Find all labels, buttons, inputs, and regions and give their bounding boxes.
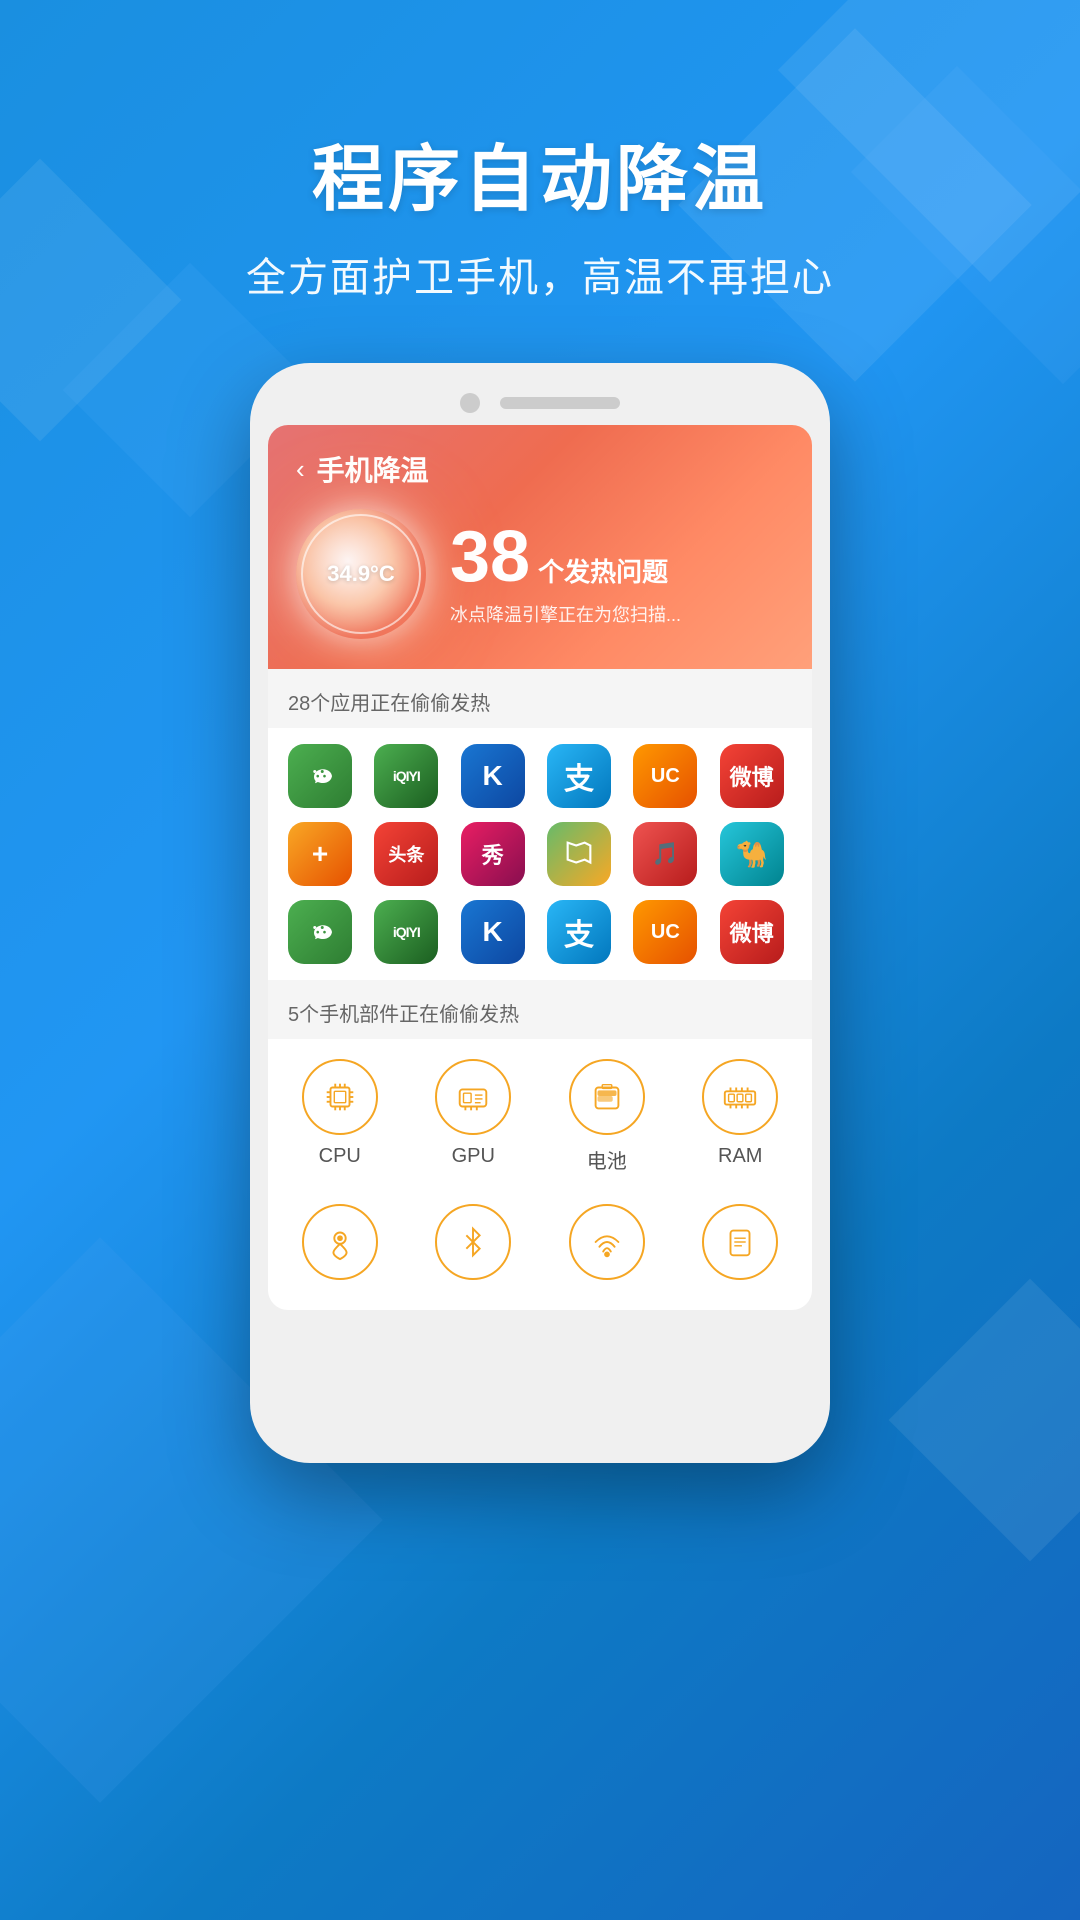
app-icon-uc2[interactable]: UC bbox=[633, 900, 697, 964]
issue-label: 个发热问题 bbox=[538, 552, 668, 589]
cpu-label: CPU bbox=[319, 1145, 361, 1168]
apps-grid: iQIYI K 支 UC 微博 + 头条 秀 🎵 🐪 iQIYI K bbox=[268, 728, 812, 980]
wifi-icon bbox=[588, 1223, 626, 1261]
app-icon-kuaiying2[interactable]: K bbox=[461, 900, 525, 964]
app-icon-health[interactable]: + bbox=[288, 822, 352, 886]
component-wifi[interactable] bbox=[545, 1204, 669, 1290]
app-icon-camel[interactable]: 🐪 bbox=[720, 822, 784, 886]
ram-label: RAM bbox=[718, 1145, 762, 1168]
app-icon-maps[interactable] bbox=[547, 822, 611, 886]
phone-screen: ‹ 手机降温 34.9°C 38 个发热问题 冰点降温引擎正在为您扫描 bbox=[268, 425, 812, 1310]
app-icon-alipay2[interactable]: 支 bbox=[547, 900, 611, 964]
main-title: 程序自动降温 bbox=[0, 120, 1080, 225]
back-button[interactable]: ‹ bbox=[296, 454, 305, 485]
component-sim[interactable] bbox=[679, 1204, 803, 1290]
scan-text: 冰点降温引擎正在为您扫描... bbox=[450, 601, 784, 627]
components-grid-2 bbox=[268, 1194, 812, 1310]
components-grid: CPU bbox=[268, 1039, 812, 1194]
gpu-icon-circle bbox=[435, 1059, 511, 1135]
battery-label: 电池 bbox=[587, 1145, 627, 1174]
battery-icon-circle bbox=[569, 1059, 645, 1135]
app-nav: ‹ 手机降温 bbox=[296, 449, 784, 489]
bluetooth-icon bbox=[454, 1223, 492, 1261]
app-icon-toutiao[interactable]: 头条 bbox=[374, 822, 438, 886]
app-content: 34.9°C 38 个发热问题 冰点降温引擎正在为您扫描... bbox=[296, 509, 784, 639]
app-icon-weibo[interactable]: 微博 bbox=[720, 744, 784, 808]
app-icon-weibo2[interactable]: 微博 bbox=[720, 900, 784, 964]
component-gpu[interactable]: GPU bbox=[412, 1059, 536, 1174]
issue-count-row: 38 个发热问题 bbox=[450, 521, 784, 593]
component-ram[interactable]: RAM bbox=[679, 1059, 803, 1174]
location-icon-circle bbox=[302, 1204, 378, 1280]
component-bluetooth[interactable] bbox=[412, 1204, 536, 1290]
app-icon-wechat2[interactable] bbox=[288, 900, 352, 964]
app-icon-meipai[interactable]: 秀 bbox=[461, 822, 525, 886]
component-cpu[interactable]: CPU bbox=[278, 1059, 402, 1174]
phone-container: ‹ 手机降温 34.9°C 38 个发热问题 冰点降温引擎正在为您扫描 bbox=[0, 363, 1080, 1463]
sim-icon-circle bbox=[702, 1204, 778, 1280]
app-icon-netease[interactable]: 🎵 bbox=[633, 822, 697, 886]
temperature-value: 34.9°C bbox=[327, 561, 395, 587]
gpu-label: GPU bbox=[452, 1145, 495, 1168]
cpu-icon-circle bbox=[302, 1059, 378, 1135]
app-icon-wechat[interactable] bbox=[288, 744, 352, 808]
cpu-icon bbox=[321, 1078, 359, 1116]
ram-icon-circle bbox=[702, 1059, 778, 1135]
phone-mockup: ‹ 手机降温 34.9°C 38 个发热问题 冰点降温引擎正在为您扫描 bbox=[250, 363, 830, 1463]
components-section-label: 5个手机部件正在偷偷发热 bbox=[268, 982, 812, 1039]
app-title: 手机降温 bbox=[317, 449, 429, 489]
app-info: 38 个发热问题 冰点降温引擎正在为您扫描... bbox=[450, 521, 784, 627]
app-icon-alipay[interactable]: 支 bbox=[547, 744, 611, 808]
app-header: ‹ 手机降温 34.9°C 38 个发热问题 冰点降温引擎正在为您扫描 bbox=[268, 425, 812, 669]
phone-camera bbox=[460, 393, 480, 413]
header-section: 程序自动降温 全方面护卫手机，高温不再担心 bbox=[0, 0, 1080, 303]
apps-section-label: 28个应用正在偷偷发热 bbox=[268, 669, 812, 728]
ram-icon bbox=[721, 1078, 759, 1116]
app-icon-uc[interactable]: UC bbox=[633, 744, 697, 808]
gpu-icon bbox=[454, 1078, 492, 1116]
component-battery[interactable]: 电池 bbox=[545, 1059, 669, 1174]
wifi-icon-circle bbox=[569, 1204, 645, 1280]
phone-top-bar bbox=[268, 393, 812, 413]
app-icon-iqiyi[interactable]: iQIYI bbox=[374, 744, 438, 808]
component-location[interactable] bbox=[278, 1204, 402, 1290]
app-icon-iqiyi2[interactable]: iQIYI bbox=[374, 900, 438, 964]
sim-icon bbox=[721, 1223, 759, 1261]
battery-icon bbox=[588, 1078, 626, 1116]
location-icon bbox=[321, 1223, 359, 1261]
bluetooth-icon-circle bbox=[435, 1204, 511, 1280]
temperature-circle: 34.9°C bbox=[296, 509, 426, 639]
issue-count: 38 bbox=[450, 521, 530, 593]
app-icon-kuaiying[interactable]: K bbox=[461, 744, 525, 808]
sub-title: 全方面护卫手机，高温不再担心 bbox=[0, 245, 1080, 303]
phone-speaker bbox=[500, 397, 620, 409]
